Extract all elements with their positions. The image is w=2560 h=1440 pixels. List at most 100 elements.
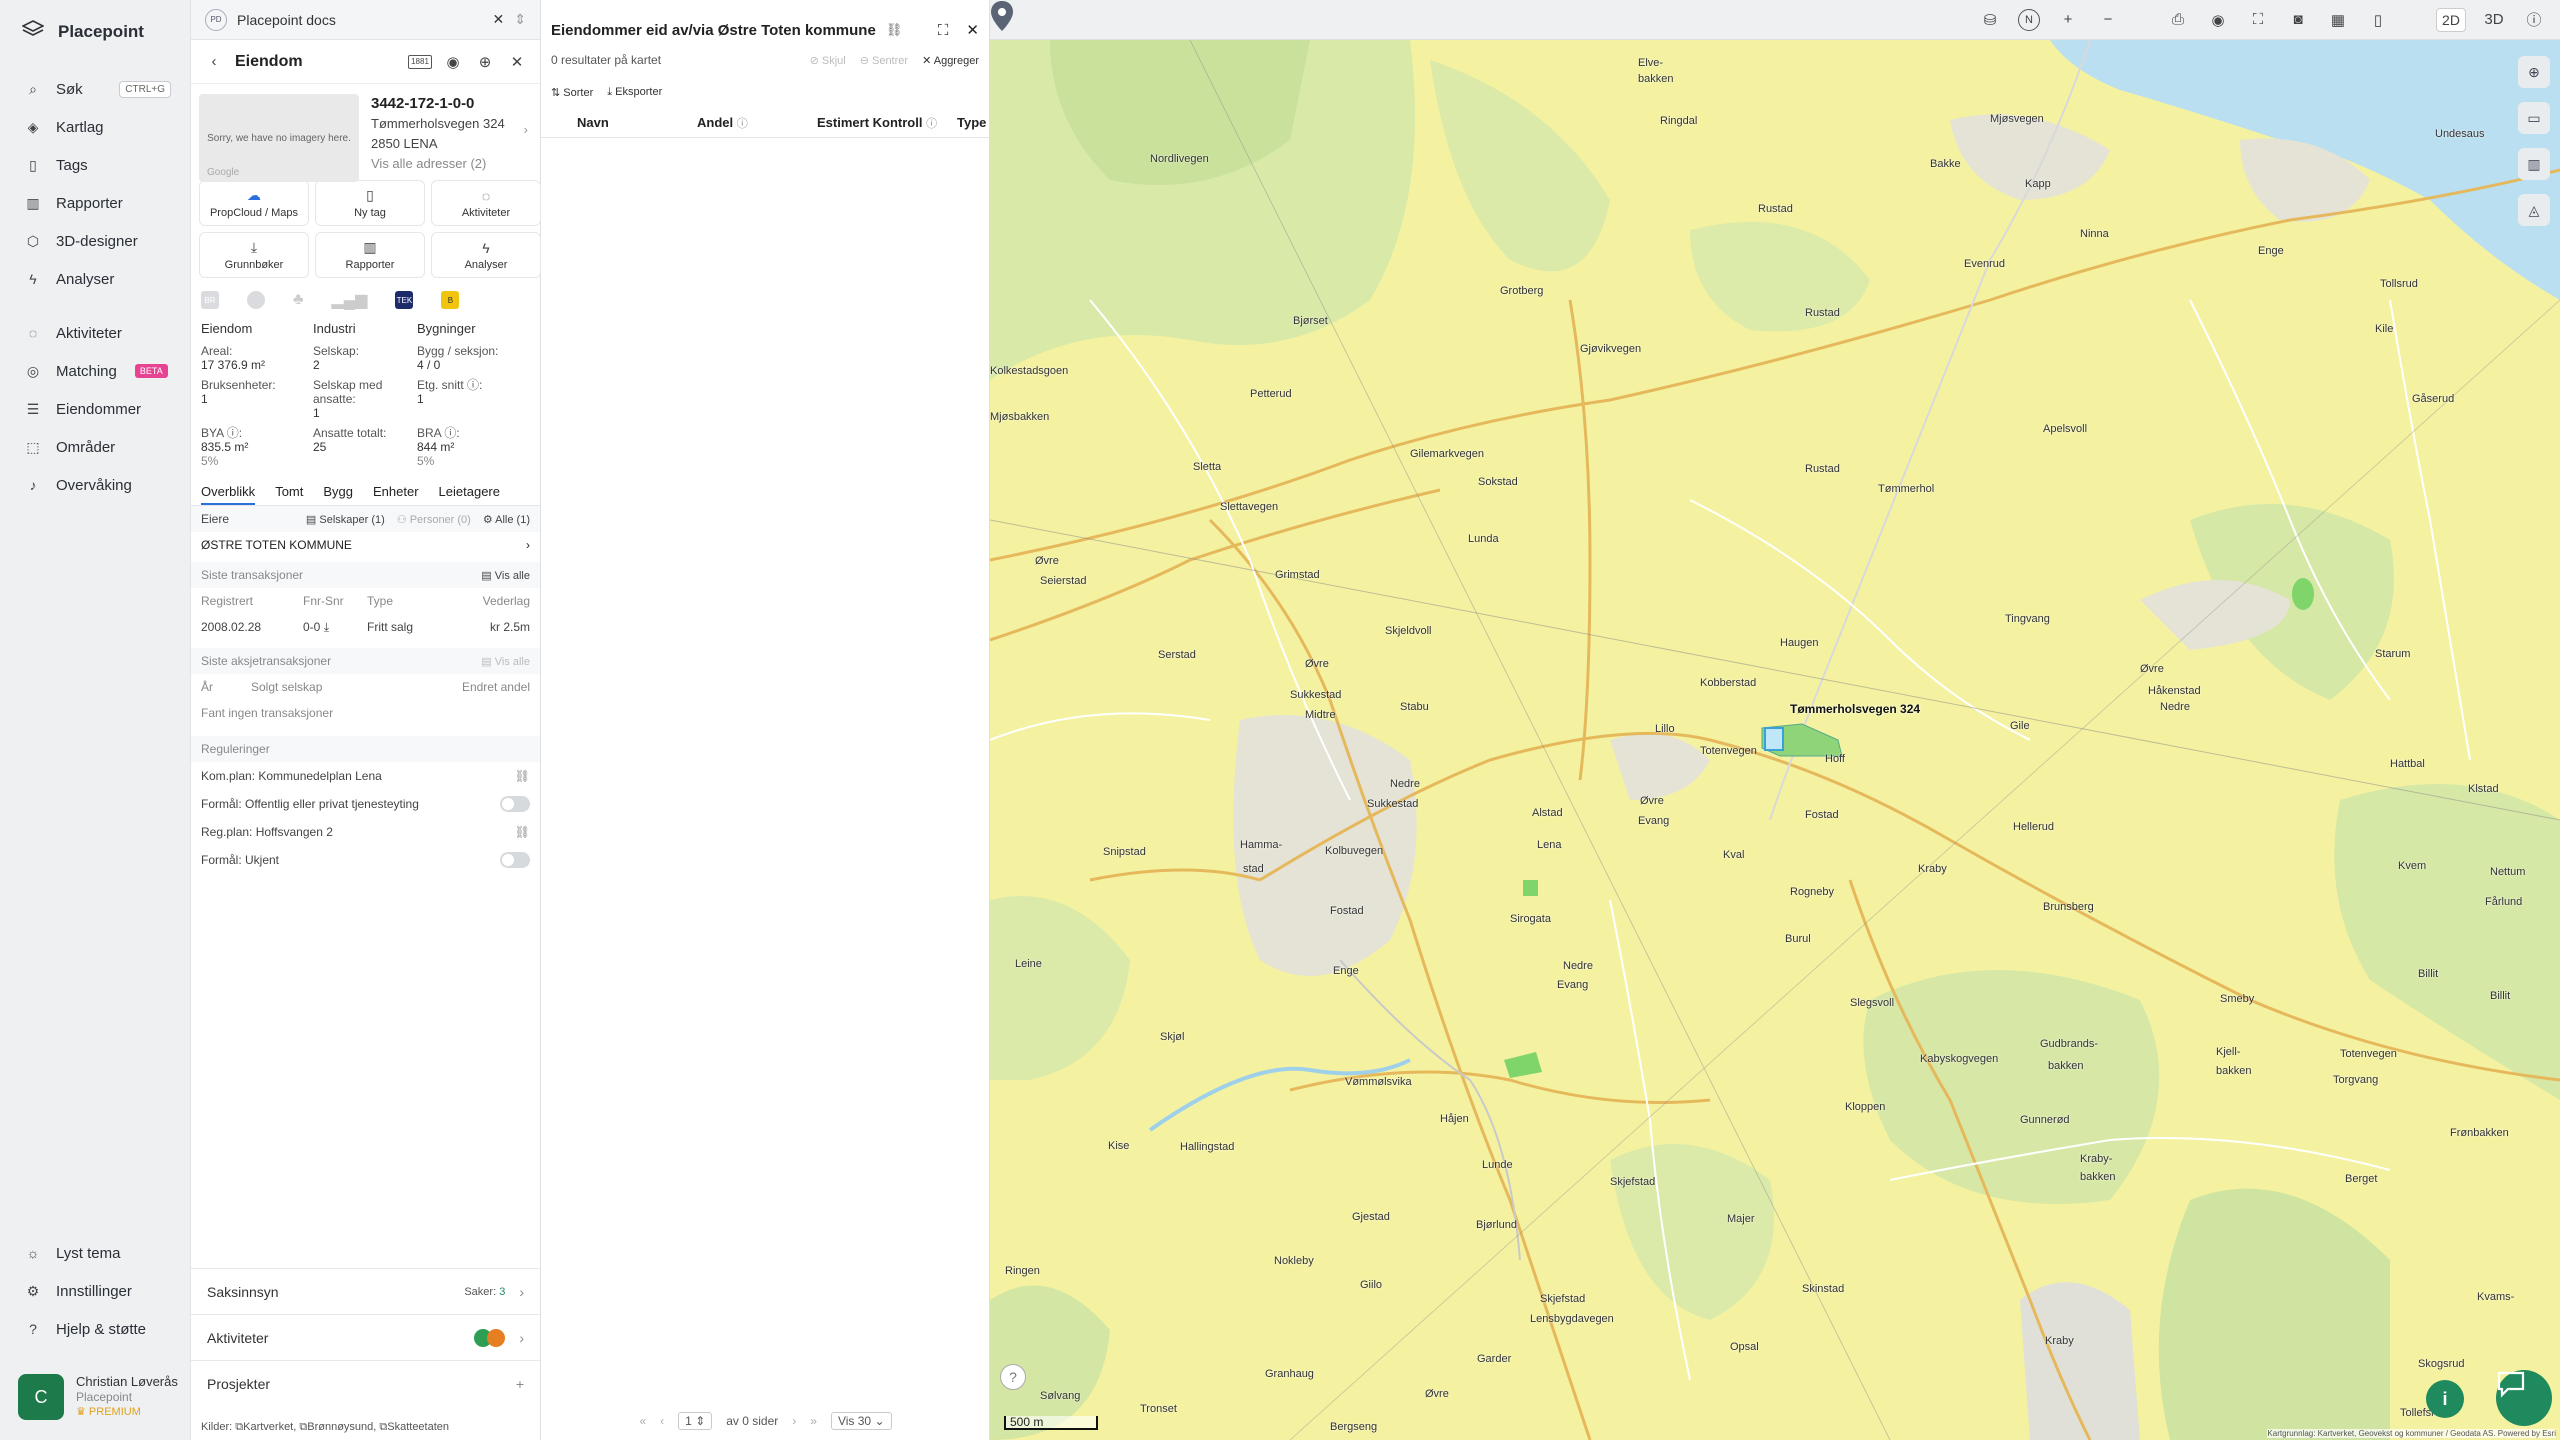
nav-item-activities[interactable]: ◌ Aktiviteter (0, 314, 191, 352)
filter-all[interactable]: ⚙ Alle (1) (483, 513, 530, 526)
compass-icon[interactable]: N (2018, 8, 2040, 31)
nav-item-analyses[interactable]: ϟ Analyser (0, 260, 191, 298)
link-icon[interactable]: ⛓ (886, 22, 903, 38)
col-header-type[interactable]: Type (957, 115, 986, 130)
regulation-row[interactable]: Formål: Offentlig eller privat tjenestey… (191, 790, 540, 818)
close-icon[interactable]: ✕ (493, 11, 505, 28)
first-page-icon[interactable]: « (639, 1414, 646, 1428)
view-all-link[interactable]: ▤ Vis alle (481, 655, 530, 668)
download-icon[interactable]: ⤓ (324, 620, 329, 634)
close-icon[interactable]: ✕ (966, 21, 979, 39)
terrain-tool-icon[interactable]: ◬ (2518, 194, 2550, 226)
tab-plot[interactable]: Tomt (275, 484, 303, 499)
chat-button[interactable] (2496, 1370, 2552, 1426)
regulation-toggle[interactable] (500, 796, 530, 812)
camera-icon[interactable]: ◙ (2286, 8, 2310, 32)
property-thumbnail[interactable]: Sorry, we have no imagery here. Google (199, 94, 359, 182)
nav-item-help[interactable]: ? Hjelp & støtte (0, 1310, 191, 1348)
globe-icon[interactable] (247, 291, 265, 309)
export-button[interactable]: ⤓ Eksporter (607, 86, 662, 99)
badge-1881-icon[interactable]: 1881 (408, 54, 432, 69)
nav-item-monitoring[interactable]: ♪ Overvåking (0, 466, 191, 504)
all-addresses-link[interactable]: Vis alle adresser (2) (371, 154, 532, 174)
activities-button[interactable]: ◌ Aktiviteter (431, 180, 541, 226)
br-badge-icon[interactable]: BR (201, 291, 219, 309)
tab-units[interactable]: Enheter (373, 484, 419, 499)
regulation-toggle[interactable] (500, 852, 530, 868)
map-pin-icon[interactable] (990, 0, 1014, 32)
plant-icon[interactable]: ♣ (293, 291, 304, 309)
eye-icon[interactable]: ◉ (2206, 8, 2230, 32)
expand-icon[interactable]: ⇕ (514, 11, 526, 28)
chevron-right-icon[interactable]: › (524, 120, 528, 140)
aggregate-button[interactable]: ✕ Aggreger (922, 54, 979, 67)
nav-item-reports[interactable]: ▥ Rapporter (0, 184, 191, 222)
help-icon[interactable]: ? (1000, 1364, 1026, 1390)
brand[interactable]: Placepoint (21, 20, 144, 43)
view-all-link[interactable]: ▤ Vis alle (481, 569, 530, 582)
case-access-row[interactable]: Saksinnsyn Saker: 3 › (191, 1268, 540, 1314)
activities-row[interactable]: Aktiviteter › (191, 1314, 540, 1360)
mode-3d-button[interactable]: 3D (2482, 8, 2506, 32)
new-tag-button[interactable]: ▯ Ny tag (315, 180, 425, 226)
hide-button[interactable]: ⊘ Skjul (810, 54, 846, 67)
col-header-name[interactable]: Navn (577, 115, 697, 130)
regulation-row[interactable]: Kom.plan: Kommunedelplan Lena ⛓ (191, 762, 540, 790)
tab-overview[interactable]: Overblikk (201, 484, 256, 505)
plus-circle-icon[interactable]: ⊕ (474, 51, 496, 73)
owner-row[interactable]: ØSTRE TOTEN KOMMUNE › (191, 532, 540, 558)
prev-page-icon[interactable]: ‹ (660, 1414, 664, 1428)
source-link[interactable]: ⧉Skatteetaten (379, 1421, 449, 1433)
last-page-icon[interactable]: » (810, 1414, 817, 1428)
back-icon[interactable]: ‹ (203, 51, 225, 73)
bookmark-icon[interactable]: ▯ (2366, 8, 2390, 32)
map-view[interactable]: ⛁ N + − ⎙ ◉ ⛶ ◙ ▦ ▯ 2D 3D ⓘ ⊕ ▭ ▥ ◬ Tomt… (990, 0, 2560, 1440)
source-link[interactable]: ⧉Kartverket, (235, 1421, 296, 1433)
reports-button[interactable]: ▥ Rapporter (315, 232, 425, 278)
col-header-share[interactable]: Andel ⓘ (697, 115, 817, 131)
projects-row[interactable]: Prosjekter + (191, 1360, 540, 1406)
info-icon[interactable]: ⓘ (2522, 8, 2546, 32)
info-button[interactable]: i (2426, 1380, 2464, 1418)
measure-tool-icon[interactable]: ▭ (2518, 102, 2550, 134)
close-icon[interactable]: ✕ (506, 51, 528, 73)
filter-persons[interactable]: ⚇ Personer (0) (397, 513, 471, 526)
fullscreen-icon[interactable]: ⛶ (2246, 8, 2270, 32)
per-page-select[interactable]: Vis 30 ⌄ (830, 1412, 892, 1430)
nav-item-properties[interactable]: ☰ Eiendommer (0, 390, 191, 428)
center-button[interactable]: ⊖ Sentrer (860, 54, 908, 67)
table-row[interactable]: 2008.02.28 0-0 ⤓ Fritt salg kr 2.5m (191, 614, 540, 640)
print-icon[interactable]: ⎙ (2166, 8, 2190, 32)
b-badge-icon[interactable]: B (441, 291, 460, 309)
regulation-row[interactable]: Formål: Ukjent (191, 846, 540, 874)
tek-badge-icon[interactable]: TEK (395, 291, 414, 309)
filter-companies[interactable]: ▤ Selskaper (1) (306, 513, 385, 526)
zoom-out-icon[interactable]: − (2096, 8, 2120, 32)
nav-item-layers[interactable]: ◈ Kartlag (0, 108, 191, 146)
user-profile[interactable]: C Christian Løverås Placepoint ♛ PREMIUM (18, 1374, 178, 1420)
eye-icon[interactable]: ◉ (442, 51, 464, 73)
link-icon[interactable]: ⛓ (515, 825, 530, 839)
mode-2d-button[interactable]: 2D (2436, 7, 2466, 32)
land-registry-button[interactable]: ⤓ Grunnbøker (199, 232, 309, 278)
chart-tool-icon[interactable]: ▥ (2518, 148, 2550, 180)
grid-icon[interactable]: ▦ (2326, 8, 2350, 32)
bar-chart-icon[interactable]: ▂▄▆ (332, 290, 368, 310)
nav-item-light-theme[interactable]: ☼ Lyst tema (0, 1234, 191, 1272)
regulation-row[interactable]: Reg.plan: Hoffsvangen 2 ⛓ (191, 818, 540, 846)
doc-title[interactable]: Placepoint docs (237, 12, 483, 28)
page-select[interactable]: 1 ⇕ (678, 1412, 713, 1430)
nav-item-search[interactable]: ⌕ Søk CTRL+G (0, 70, 191, 108)
nav-item-areas[interactable]: ⬚ Områder (0, 428, 191, 466)
map-canvas[interactable] (990, 0, 2560, 1440)
fullscreen-icon[interactable]: ⛶ (938, 22, 949, 39)
tab-tenants[interactable]: Leietagere (439, 484, 500, 499)
nav-item-3d-designer[interactable]: ⬡ 3D-designer (0, 222, 191, 260)
layer-tool-icon[interactable]: ⊕ (2518, 56, 2550, 88)
nav-item-tags[interactable]: ▯ Tags (0, 146, 191, 184)
layers-stack-icon[interactable]: ⛁ (1978, 8, 2002, 32)
analyses-button[interactable]: ϟ Analyser (431, 232, 541, 278)
next-page-icon[interactable]: › (792, 1414, 796, 1428)
col-header-control[interactable]: Estimert Kontroll ⓘ (817, 115, 957, 131)
tab-buildings[interactable]: Bygg (323, 484, 353, 499)
